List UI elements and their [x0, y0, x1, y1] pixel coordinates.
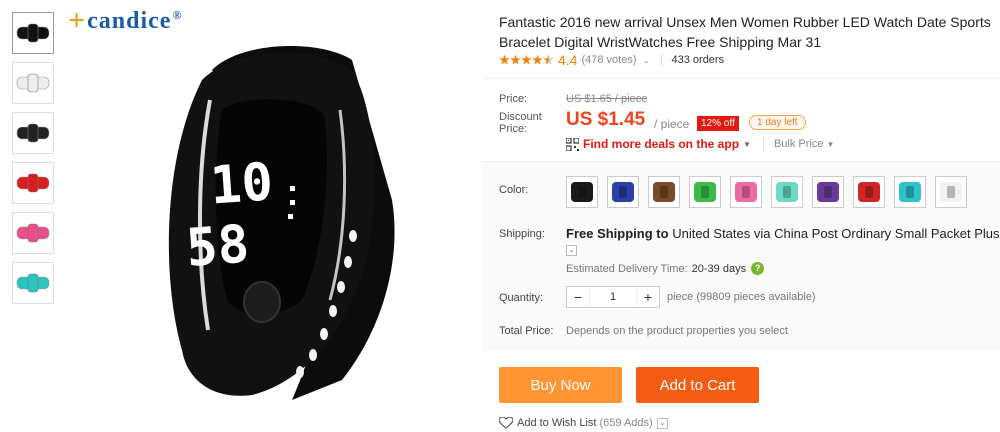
vote-count[interactable]: (478 votes): [581, 54, 636, 66]
watch-thumbnail-icon: [16, 73, 50, 93]
watch-thumbnail-icon: [16, 273, 50, 293]
star-icon: [510, 54, 521, 65]
order-count: 433 orders: [671, 54, 725, 66]
star-icon: [521, 54, 532, 65]
color-swatch-brown[interactable]: [648, 176, 680, 208]
buy-now-button[interactable]: Buy Now: [499, 367, 622, 403]
rating-row: 4.4 (478 votes) ⌄ 433 orders: [499, 52, 724, 68]
shipping-info: Free Shipping to United States via China…: [566, 226, 1000, 257]
original-price: US $1.65 / piece: [566, 93, 648, 105]
decrement-button[interactable]: −: [567, 287, 589, 307]
thumbnail-white-watch[interactable]: [12, 62, 54, 104]
availability-text: piece (99809 pieces available): [667, 291, 816, 303]
color-swatch-blue[interactable]: [607, 176, 639, 208]
watch-digits-top: 10: [208, 152, 275, 216]
watch-image: 10 58: [168, 46, 395, 401]
thumbnail-red-watch[interactable]: [12, 162, 54, 204]
color-sample: [653, 182, 675, 202]
shipping-label: Shipping:: [499, 228, 545, 240]
color-sample: [817, 182, 839, 202]
brand-logo: + candice ®: [68, 4, 183, 37]
color-sample: [899, 182, 921, 202]
color-sample: [612, 182, 634, 202]
discount-badge: 12% off: [697, 116, 739, 131]
qr-code-icon: [566, 137, 579, 151]
quantity-input[interactable]: 1: [589, 287, 637, 307]
thumbnail-pink-watch[interactable]: [12, 212, 54, 254]
help-icon[interactable]: ?: [751, 262, 765, 275]
color-swatch-red[interactable]: [853, 176, 885, 208]
star-icon: [499, 54, 510, 65]
heart-icon: [499, 417, 513, 429]
add-to-cart-button[interactable]: Add to Cart: [636, 367, 759, 403]
color-swatch-cyan[interactable]: [894, 176, 926, 208]
per-piece-label: / piece: [654, 117, 690, 131]
delivery-estimate: Estimated Delivery Time: 20-39 days ?: [566, 262, 765, 275]
wish-count: (659 Adds): [599, 417, 653, 429]
half-star-icon: [543, 54, 554, 65]
thumbnail-strip: [12, 12, 54, 312]
color-sample: [694, 182, 716, 202]
price-label: Price:: [499, 93, 528, 105]
color-swatch-light-teal[interactable]: [771, 176, 803, 208]
thumbnail-black-watch-side[interactable]: [12, 112, 54, 154]
color-sample: [735, 182, 757, 202]
total-price-note: Depends on the product properties you se…: [566, 325, 788, 337]
divider: [660, 54, 662, 66]
watch-thumbnail-icon: [16, 23, 50, 43]
app-deals-row: Find more deals on the app ▼ Bulk Price …: [566, 137, 834, 151]
discount-price: US $1.45: [566, 109, 646, 130]
quantity-stepper[interactable]: − 1 +: [566, 286, 660, 308]
quantity-label: Quantity:: [499, 292, 544, 304]
main-product-image[interactable]: 10 58 + candice ®: [62, 0, 462, 432]
product-title: Fantastic 2016 new arrival Unsex Men Wom…: [499, 14, 991, 50]
thumbnail-teal-watch[interactable]: [12, 262, 54, 304]
wish-list-row[interactable]: Add to Wish List (659 Adds) ⌄: [499, 417, 668, 429]
color-swatch-white[interactable]: [935, 176, 967, 208]
thumbnail-black-watch[interactable]: [12, 12, 54, 54]
action-buttons: Buy Now Add to Cart: [499, 367, 773, 403]
total-price-label: Total Price:: [499, 325, 554, 337]
increment-button[interactable]: +: [637, 287, 659, 307]
watch-thumbnail-icon: [16, 123, 50, 143]
color-swatches: [566, 176, 976, 208]
watch-digits-bottom: 58: [184, 215, 251, 279]
product-detail: Fantastic 2016 new arrival Unsex Men Wom…: [482, 0, 1000, 432]
caret-down-icon[interactable]: ▼: [743, 140, 751, 149]
price-section: Price: US $1.65 / piece Discount Price: …: [482, 78, 1000, 160]
color-sample: [776, 182, 798, 202]
color-label: Color:: [499, 184, 529, 196]
app-deals-link[interactable]: Find more deals on the app: [583, 137, 739, 151]
time-left-badge: 1 day left: [749, 115, 806, 130]
color-swatch-black[interactable]: [566, 176, 598, 208]
rating-value: 4.4: [558, 52, 578, 68]
color-swatch-purple[interactable]: [812, 176, 844, 208]
wish-list-link[interactable]: Add to Wish List: [517, 417, 596, 429]
shipping-dropdown-icon[interactable]: ⌄: [566, 245, 577, 257]
options-section: Color: Shipping: Free Shipping to United…: [482, 161, 1000, 351]
rating-stars: [499, 54, 554, 66]
color-swatch-green[interactable]: [689, 176, 721, 208]
color-sample: [571, 182, 593, 202]
color-sample: [940, 182, 962, 202]
chevron-down-icon[interactable]: ⌄: [643, 55, 651, 66]
wish-dropdown-icon[interactable]: ⌄: [656, 417, 668, 429]
bulk-price-link[interactable]: Bulk Price ▼: [762, 138, 834, 150]
color-sample: [858, 182, 880, 202]
watch-thumbnail-icon: [16, 223, 50, 243]
star-icon: [532, 54, 543, 65]
color-swatch-pink[interactable]: [730, 176, 762, 208]
watch-thumbnail-icon: [16, 173, 50, 193]
discount-price-label: Discount Price:: [499, 111, 542, 135]
